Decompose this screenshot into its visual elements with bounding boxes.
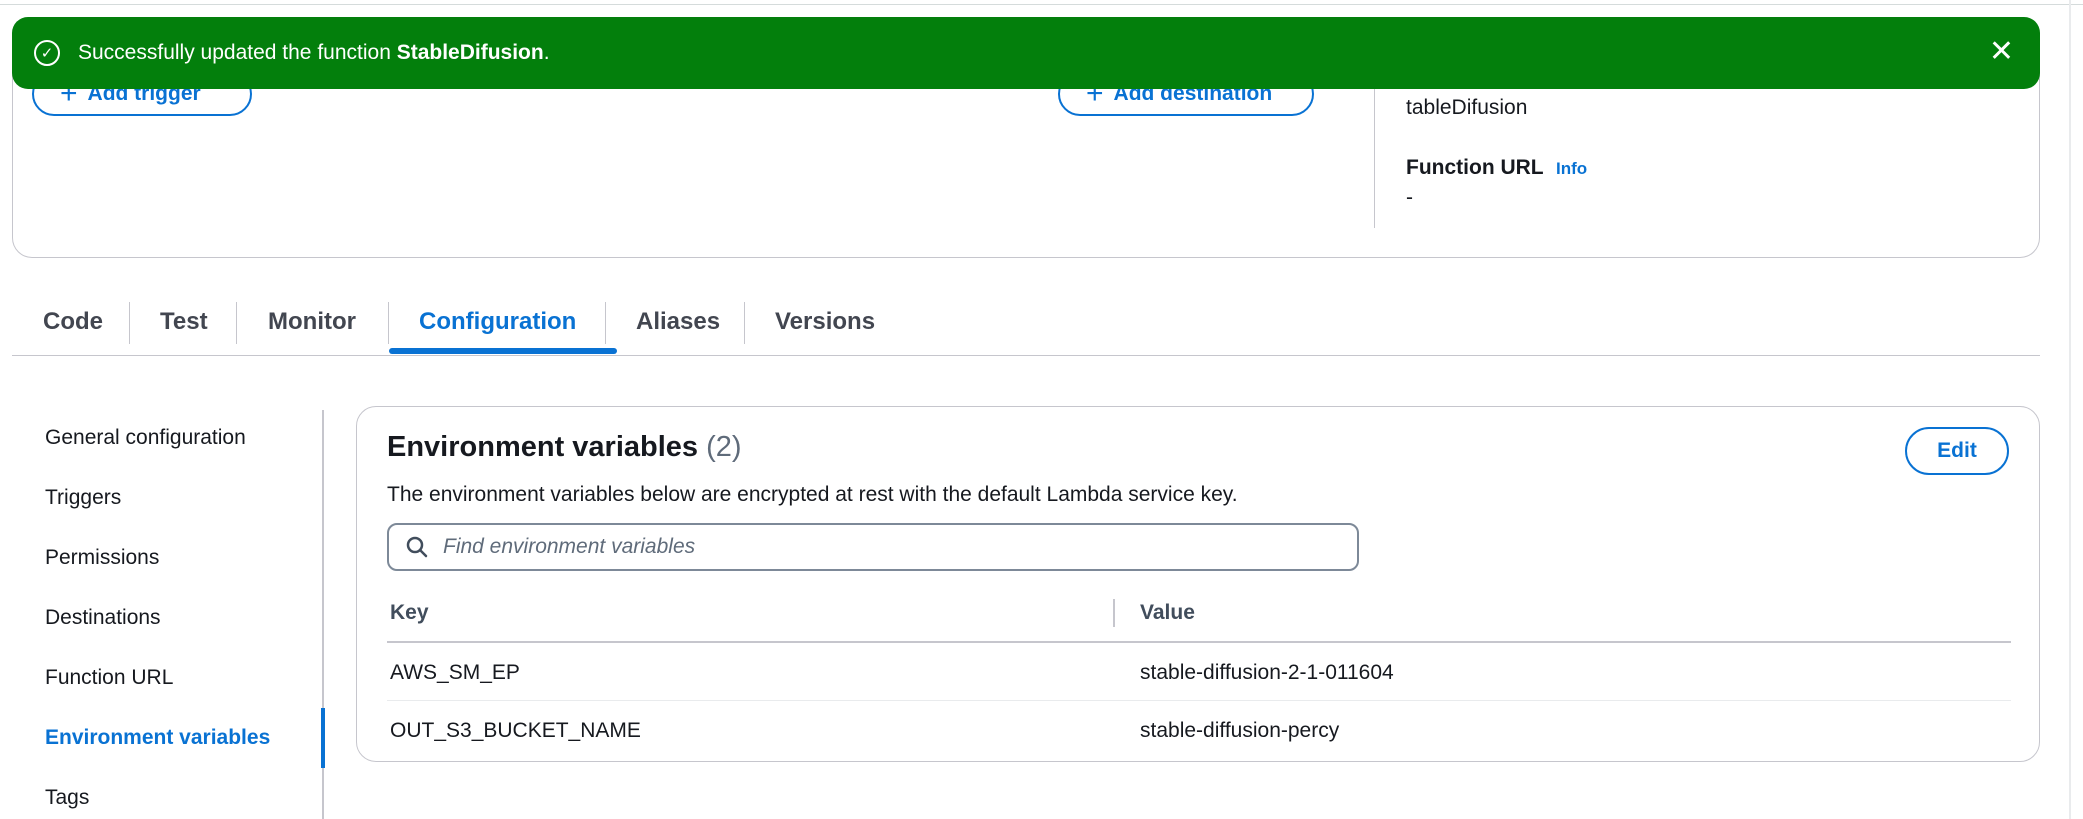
side-nav-permissions[interactable]: Permissions	[45, 546, 159, 570]
table-row: OUT_S3_BUCKET_NAME stable-diffusion-perc…	[387, 701, 2011, 759]
column-header-key[interactable]: Key	[390, 601, 429, 625]
function-url-value: -	[1406, 186, 1413, 209]
side-nav-general-configuration[interactable]: General configuration	[45, 426, 246, 450]
flash-message-suffix: .	[543, 41, 550, 64]
edit-button[interactable]: Edit	[1905, 427, 2009, 475]
function-url-label: Function URL	[1406, 156, 1544, 179]
tab-versions[interactable]: Versions	[775, 308, 875, 336]
column-resizer[interactable]	[1113, 599, 1115, 627]
tab-aliases[interactable]: Aliases	[636, 308, 720, 336]
tab-configuration[interactable]: Configuration	[419, 308, 576, 336]
success-flash-banner: ✓ Successfully updated the function Stab…	[12, 17, 2040, 89]
side-nav-tags[interactable]: Tags	[45, 786, 89, 810]
side-nav-function-url[interactable]: Function URL	[45, 666, 173, 690]
function-tabs: Code Test Monitor Configuration Aliases …	[12, 294, 2040, 356]
flash-message: Successfully updated the function Stable…	[78, 41, 550, 65]
env-title-text: Environment variables	[387, 431, 699, 463]
flash-message-prefix: Successfully updated the function	[78, 41, 397, 64]
tab-separator	[744, 302, 745, 344]
side-nav-environment-variables[interactable]: Environment variables	[45, 726, 270, 750]
side-nav-active-indicator	[321, 708, 325, 768]
env-key-cell: AWS_SM_EP	[390, 661, 520, 684]
env-search-input[interactable]	[443, 535, 1323, 559]
tab-monitor[interactable]: Monitor	[268, 308, 356, 336]
tab-separator	[388, 302, 389, 344]
tab-separator	[129, 302, 130, 344]
function-url-info-link[interactable]: Info	[1556, 159, 1587, 179]
table-header: Key Value	[387, 583, 2011, 643]
tab-test[interactable]: Test	[160, 308, 208, 336]
column-header-value[interactable]: Value	[1140, 601, 1195, 625]
env-description: The environment variables below are encr…	[387, 483, 1238, 506]
env-search-box[interactable]	[387, 523, 1359, 571]
search-icon	[405, 535, 429, 559]
env-value-cell: stable-diffusion-2-1-011604	[1140, 661, 1394, 684]
overview-divider	[1374, 80, 1375, 228]
env-key-cell: OUT_S3_BUCKET_NAME	[390, 719, 641, 742]
check-circle-icon: ✓	[34, 40, 60, 66]
table-row: AWS_SM_EP stable-diffusion-2-1-011604	[387, 643, 2011, 701]
env-section-title: Environment variables (2)	[387, 431, 742, 464]
tab-separator	[605, 302, 606, 344]
tab-separator	[236, 302, 237, 344]
env-value-cell: stable-diffusion-percy	[1140, 719, 1340, 742]
flash-function-name: StableDifusion	[396, 41, 544, 64]
top-border	[0, 4, 2083, 5]
side-nav-triggers[interactable]: Triggers	[45, 486, 121, 510]
side-nav-destinations[interactable]: Destinations	[45, 606, 161, 630]
function-name-value: tableDifusion	[1406, 96, 1528, 119]
env-count: (2)	[706, 431, 742, 463]
tab-code[interactable]: Code	[43, 308, 103, 336]
page-right-border	[2069, 0, 2071, 819]
active-tab-indicator	[389, 348, 617, 354]
close-icon[interactable]: ✕	[1989, 37, 2014, 67]
environment-variables-card: Environment variables (2) Edit The envir…	[356, 406, 2040, 762]
env-variables-table: Key Value AWS_SM_EP stable-diffusion-2-1…	[387, 583, 2011, 759]
